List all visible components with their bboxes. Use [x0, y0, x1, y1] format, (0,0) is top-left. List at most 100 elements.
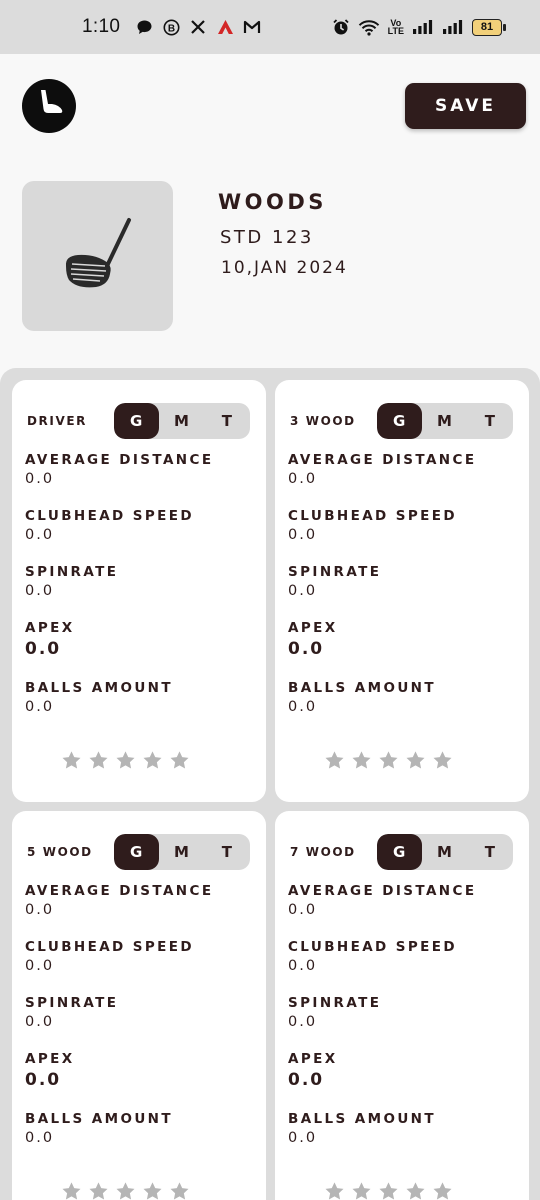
star-icon[interactable]	[115, 1181, 136, 1200]
star-icon[interactable]	[378, 1181, 399, 1200]
stat-value[interactable]: 0.0	[25, 527, 194, 543]
stat-value[interactable]: 0.0	[288, 958, 457, 974]
star-icon[interactable]	[324, 750, 345, 771]
card-club-name: DRIVER	[27, 414, 87, 428]
stat-label: APEX	[288, 620, 338, 636]
save-button[interactable]: SAVE	[405, 83, 526, 129]
stat-label: APEX	[288, 1051, 338, 1067]
stat-value[interactable]: 0.0	[25, 1014, 118, 1030]
golf-club-logo-icon[interactable]	[22, 79, 76, 133]
stat-value[interactable]: 0.0	[288, 471, 476, 487]
star-icon[interactable]	[432, 750, 453, 771]
stat-label: CLUBHEAD SPEED	[288, 508, 458, 524]
segment-g[interactable]: G	[114, 403, 160, 439]
star-icon[interactable]	[405, 1181, 426, 1200]
stat-value[interactable]: 0.0	[25, 583, 118, 599]
status-right: Vo LTE 81	[332, 0, 506, 54]
golf-driver-icon	[65, 218, 131, 288]
stat-value[interactable]: 0.0	[25, 699, 173, 715]
club-set-subtitle: STD 123	[220, 227, 314, 248]
star-icon[interactable]	[142, 750, 163, 771]
stat-value[interactable]: 0.0	[25, 471, 213, 487]
club-image[interactable]	[22, 181, 173, 331]
clubs-grid[interactable]: DRIVER GMT AVERAGE DISTANCE 0.0 CLUBHEAD…	[0, 368, 540, 1200]
star-icon[interactable]	[142, 1181, 163, 1200]
stat-value[interactable]: 0.0	[288, 583, 381, 599]
club-card-driver[interactable]: DRIVER GMT AVERAGE DISTANCE 0.0 CLUBHEAD…	[12, 380, 266, 802]
star-icon[interactable]	[378, 750, 399, 771]
status-bar: 1:10 B Vo LTE 81	[0, 0, 540, 54]
stat-label: CLUBHEAD SPEED	[25, 508, 195, 524]
star-icon[interactable]	[351, 750, 372, 771]
stat-spinrate: SPINRATE 0.0	[288, 564, 381, 599]
stat-balls-amount: BALLS AMOUNT 0.0	[25, 1111, 173, 1146]
star-icon[interactable]	[405, 750, 426, 771]
stat-label: BALLS AMOUNT	[25, 1111, 173, 1127]
segment-m[interactable]: M	[422, 403, 467, 439]
segment-t[interactable]: T	[205, 403, 250, 439]
stat-value[interactable]: 0.0	[288, 1014, 381, 1030]
segment-m[interactable]: M	[159, 403, 204, 439]
stat-value[interactable]: 0.0	[288, 639, 338, 659]
star-icon[interactable]	[88, 1181, 109, 1200]
stat-label: CLUBHEAD SPEED	[288, 939, 458, 955]
star-icon[interactable]	[169, 750, 190, 771]
volte-indicator: Vo LTE	[388, 19, 404, 36]
battery-indicator: 81	[472, 18, 506, 36]
stat-label: BALLS AMOUNT	[288, 1111, 436, 1127]
stat-label: AVERAGE DISTANCE	[25, 883, 214, 899]
segment-t[interactable]: T	[468, 403, 513, 439]
stat-value[interactable]: 0.0	[288, 1130, 436, 1146]
segment-m[interactable]: M	[159, 834, 204, 870]
star-rating[interactable]	[61, 750, 190, 771]
unit-segmented-control[interactable]: GMT	[114, 403, 250, 439]
star-icon[interactable]	[324, 1181, 345, 1200]
segment-g[interactable]: G	[377, 403, 423, 439]
segment-g[interactable]: G	[114, 834, 160, 870]
star-icon[interactable]	[169, 1181, 190, 1200]
star-icon[interactable]	[432, 1181, 453, 1200]
chat-bubble-icon	[135, 18, 153, 36]
star-rating[interactable]	[324, 750, 453, 771]
card-club-name: 5 WOOD	[27, 845, 93, 859]
stat-value[interactable]: 0.0	[25, 639, 75, 659]
alarm-icon	[332, 18, 350, 36]
stat-label: CLUBHEAD SPEED	[25, 939, 195, 955]
star-icon[interactable]	[61, 1181, 82, 1200]
stat-value[interactable]: 0.0	[288, 1070, 338, 1090]
stat-average-distance: AVERAGE DISTANCE 0.0	[25, 452, 213, 487]
star-icon[interactable]	[61, 750, 82, 771]
segment-m[interactable]: M	[422, 834, 467, 870]
segment-g[interactable]: G	[377, 834, 423, 870]
stat-value[interactable]: 0.0	[25, 958, 194, 974]
star-rating[interactable]	[61, 1181, 190, 1200]
stat-label: SPINRATE	[25, 564, 119, 580]
stat-clubhead-speed: CLUBHEAD SPEED 0.0	[25, 508, 194, 543]
unit-segmented-control[interactable]: GMT	[377, 403, 513, 439]
card-club-name: 7 WOOD	[290, 845, 356, 859]
star-icon[interactable]	[115, 750, 136, 771]
star-rating[interactable]	[324, 1181, 453, 1200]
stat-value[interactable]: 0.0	[288, 527, 457, 543]
unit-segmented-control[interactable]: GMT	[377, 834, 513, 870]
stat-value[interactable]: 0.0	[288, 699, 436, 715]
stat-label: APEX	[25, 620, 75, 636]
stat-value[interactable]: 0.0	[25, 1130, 173, 1146]
stat-value[interactable]: 0.0	[25, 902, 213, 918]
club-card-3-wood[interactable]: 3 WOOD GMT AVERAGE DISTANCE 0.0 CLUBHEAD…	[275, 380, 529, 802]
stat-value[interactable]: 0.0	[25, 1070, 75, 1090]
club-card-5-wood[interactable]: 5 WOOD GMT AVERAGE DISTANCE 0.0 CLUBHEAD…	[12, 811, 266, 1200]
club-card-7-wood[interactable]: 7 WOOD GMT AVERAGE DISTANCE 0.0 CLUBHEAD…	[275, 811, 529, 1200]
unit-segmented-control[interactable]: GMT	[114, 834, 250, 870]
stat-average-distance: AVERAGE DISTANCE 0.0	[25, 883, 213, 918]
segment-t[interactable]: T	[468, 834, 513, 870]
segment-t[interactable]: T	[205, 834, 250, 870]
stat-label: AVERAGE DISTANCE	[288, 883, 477, 899]
star-icon[interactable]	[88, 750, 109, 771]
stat-value[interactable]: 0.0	[288, 902, 476, 918]
stat-clubhead-speed: CLUBHEAD SPEED 0.0	[25, 939, 194, 974]
stat-apex: APEX 0.0	[288, 1051, 338, 1090]
stat-label: AVERAGE DISTANCE	[25, 452, 214, 468]
club-date: 10,JAN 2024	[221, 258, 348, 278]
star-icon[interactable]	[351, 1181, 372, 1200]
